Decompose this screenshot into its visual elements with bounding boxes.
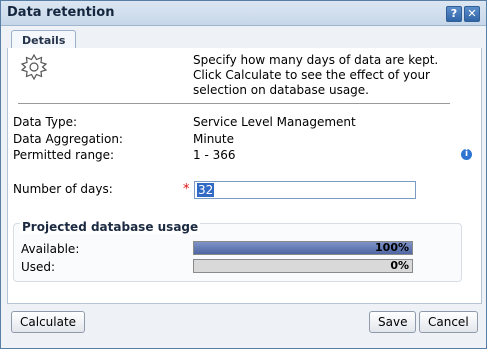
number-of-days-label: Number of days:: [13, 182, 113, 196]
permitted-range-label: Permitted range:: [13, 148, 115, 162]
used-progress-bar: 0%: [193, 259, 413, 273]
tab-details[interactable]: Details: [11, 30, 77, 49]
help-button[interactable]: ?: [446, 6, 462, 22]
required-marker: *: [183, 182, 190, 197]
tab-strip: Details: [7, 30, 480, 49]
permitted-range-value: 1 - 366: [193, 148, 236, 162]
close-button[interactable]: ✕: [464, 6, 480, 22]
gear-icon: [20, 53, 48, 81]
save-button[interactable]: Save: [369, 311, 417, 333]
available-progress-bar: 100%: [193, 241, 413, 255]
divider: [18, 103, 450, 104]
used-percent: 0%: [390, 259, 409, 272]
available-percent: 100%: [375, 241, 409, 254]
data-type-value: Service Level Management: [193, 115, 356, 129]
info-icon[interactable]: i: [461, 149, 472, 160]
data-type-label: Data Type:: [13, 115, 78, 129]
data-aggregation-value: Minute: [193, 132, 234, 146]
title-bar[interactable]: Data retention ? ✕: [1, 1, 486, 26]
cancel-button[interactable]: Cancel: [419, 311, 478, 333]
used-label: Used:: [21, 260, 56, 274]
data-aggregation-label: Data Aggregation:: [13, 132, 123, 146]
days-value: 32: [197, 183, 215, 197]
calculate-button[interactable]: Calculate: [11, 311, 86, 333]
available-label: Available:: [21, 242, 80, 256]
number-of-days-input[interactable]: 32: [194, 181, 416, 199]
intro-text: Specify how many days of data are kept. …: [193, 53, 439, 97]
projected-usage-title: Projected database usage: [20, 220, 201, 234]
dialog-title: Data retention: [7, 5, 115, 20]
